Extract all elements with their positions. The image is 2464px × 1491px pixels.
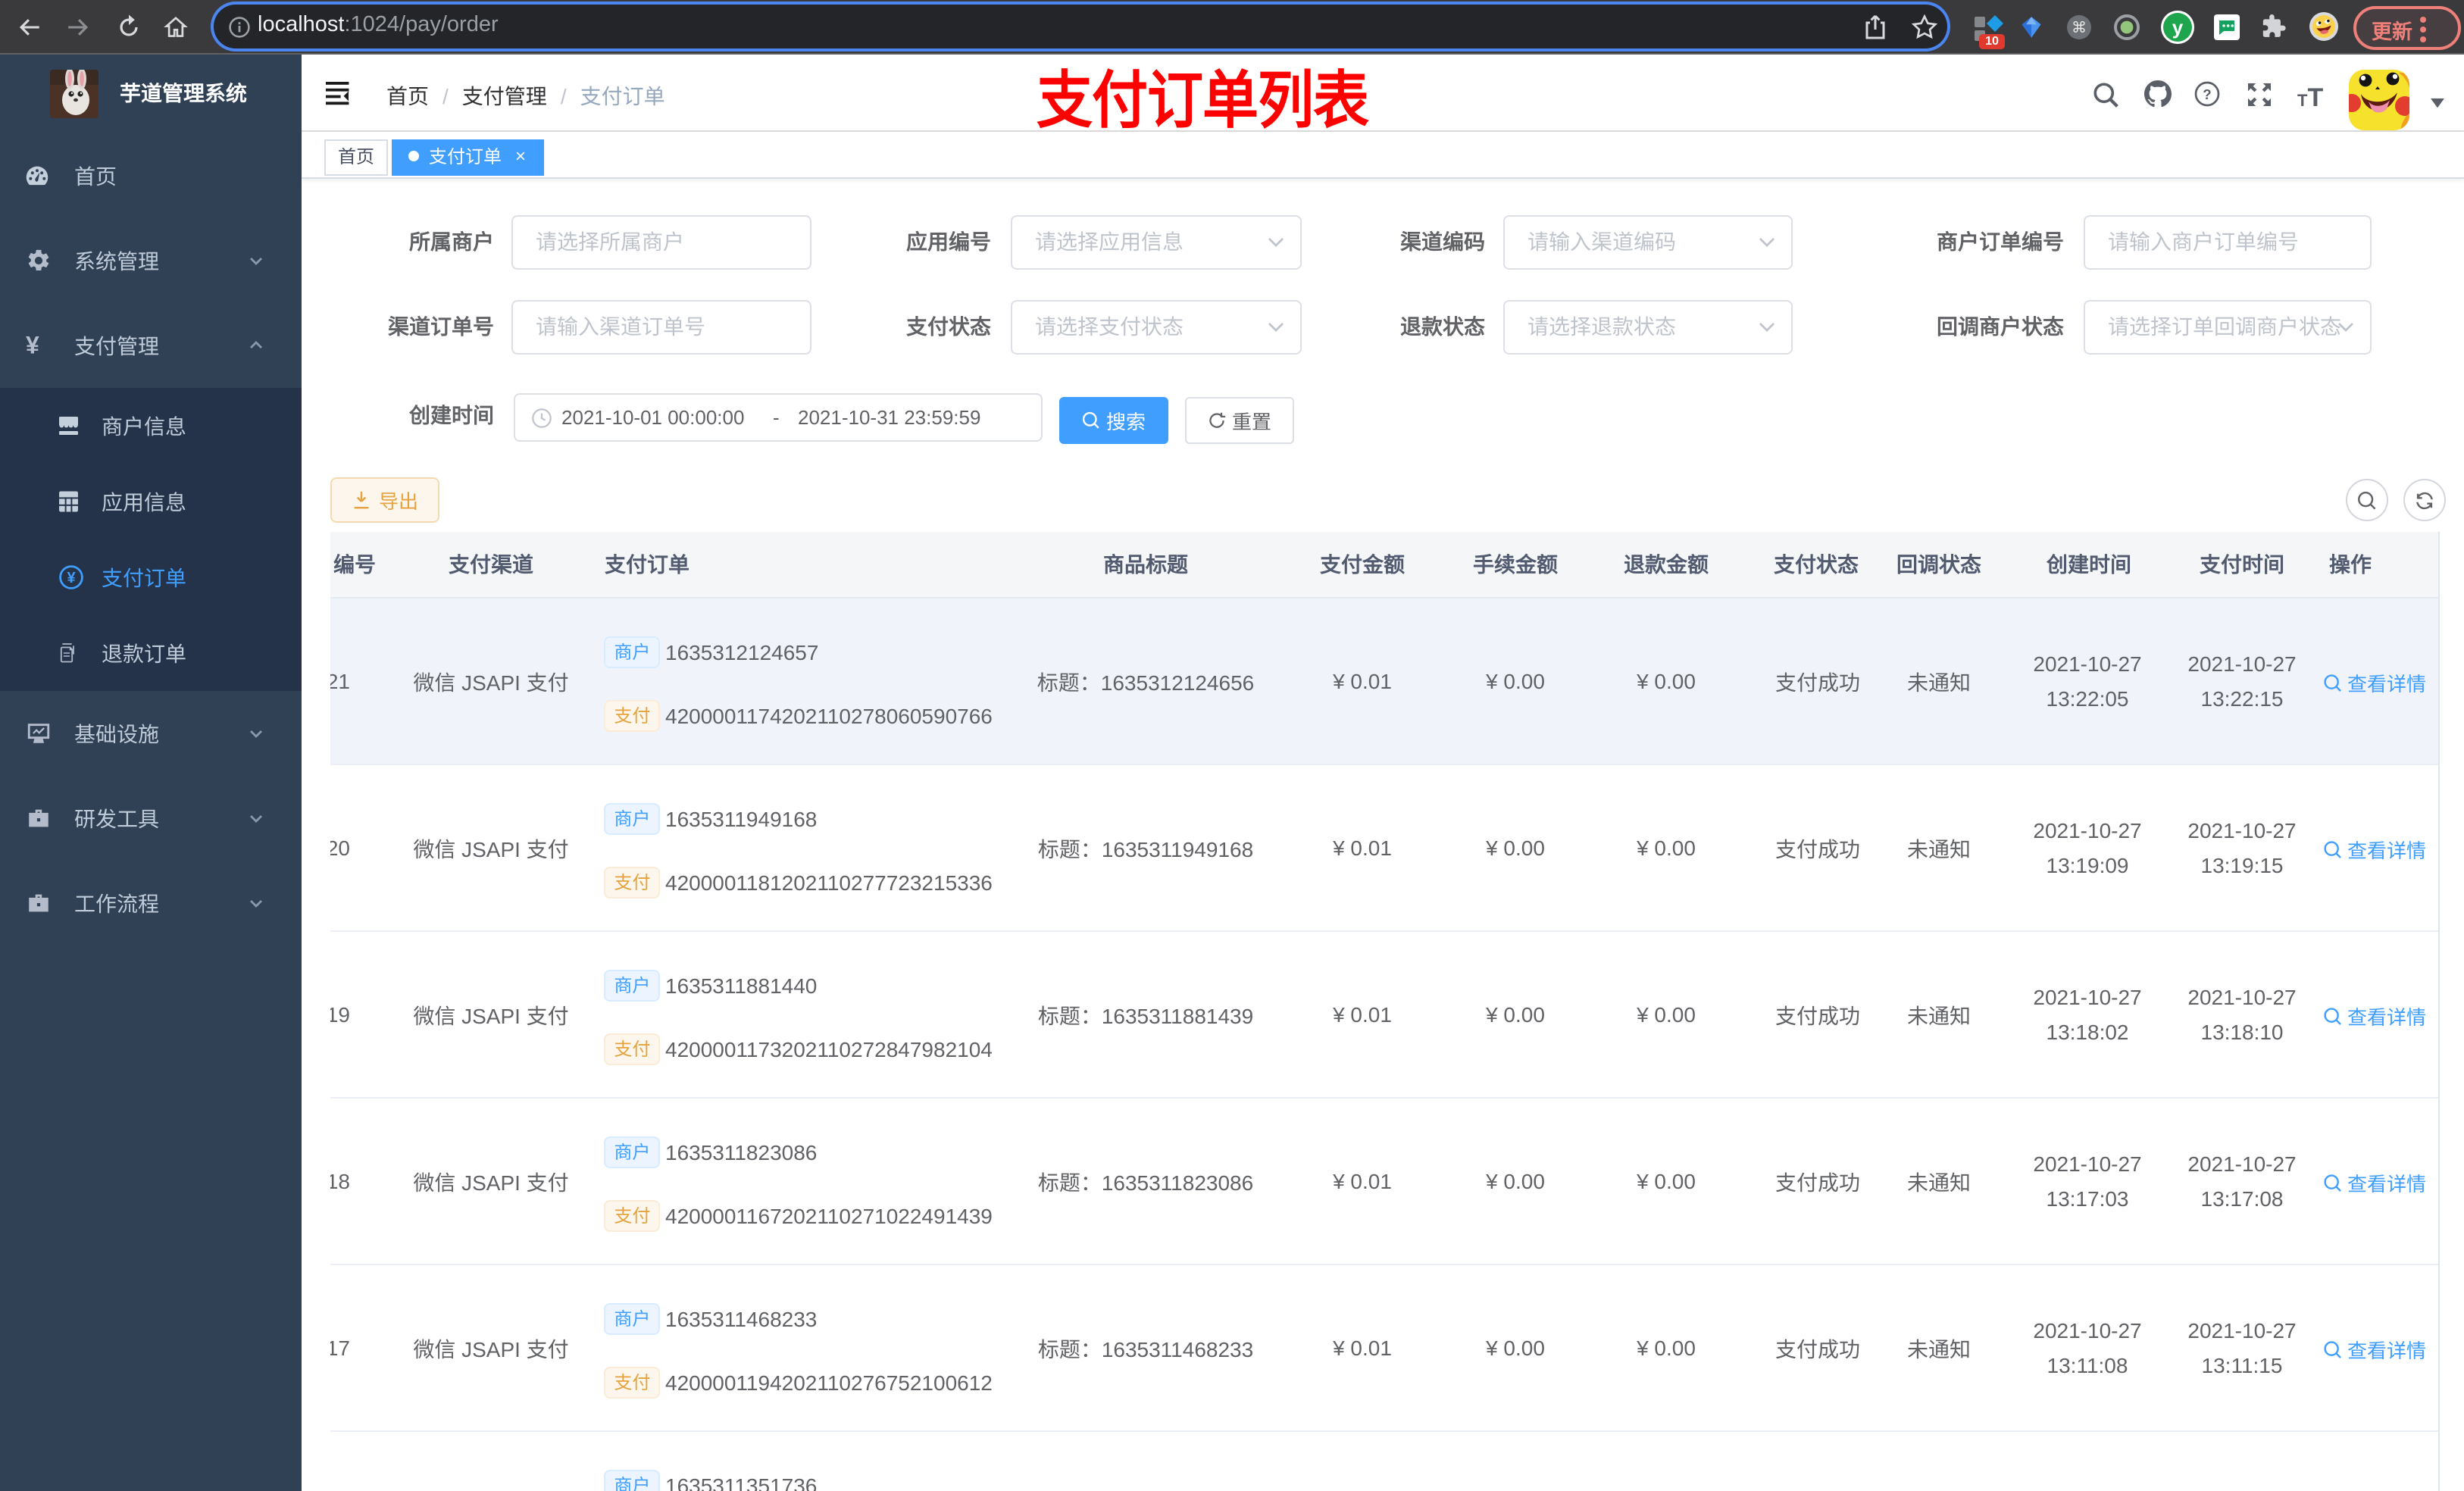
svg-text:¥: ¥ xyxy=(67,570,76,586)
svg-text:?: ? xyxy=(2203,86,2211,102)
svg-text:⌘: ⌘ xyxy=(2072,20,2087,36)
svg-text:y: y xyxy=(2172,16,2184,39)
